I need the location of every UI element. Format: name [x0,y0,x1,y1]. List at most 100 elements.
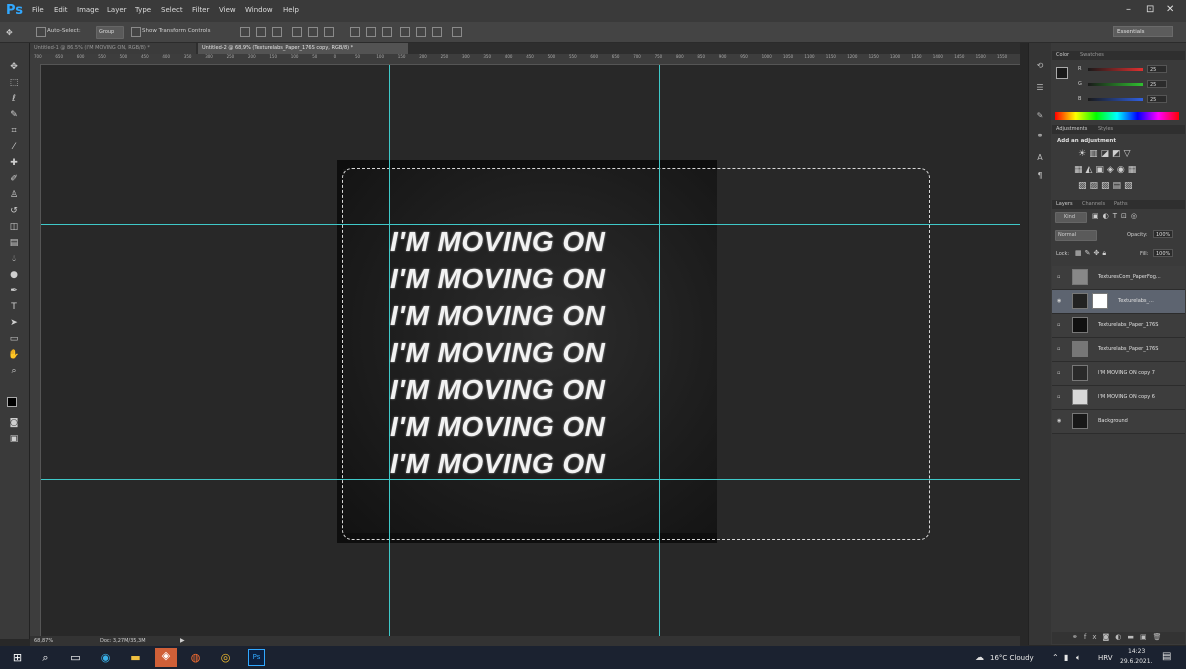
eraser-tool-icon[interactable]: ◫ [8,221,20,233]
layer-row[interactable]: ▫ I'M MOVING ON copy 6 [1052,386,1185,410]
layer-mask-thumbnail[interactable] [1092,293,1108,309]
screen-mode-icon[interactable]: ▣ [8,433,20,445]
layer-visibility-eye-icon[interactable]: ▫ [1057,322,1063,328]
show-transform-checkbox[interactable] [131,27,141,37]
layer-thumbnail[interactable] [1072,317,1088,333]
tab-untitled-2[interactable]: Untitled-2 @ 68,9% (Texturelabs_Paper_17… [198,43,408,54]
layer-row[interactable]: ▫ Texturelabs_Paper_176S [1052,314,1185,338]
adjustment-icons-row-2[interactable]: ▦◭▣◈◉▦ [1074,165,1139,175]
auto-select-dropdown[interactable]: Group [96,26,124,39]
distribute-top-icon[interactable] [350,27,360,37]
layer-name[interactable]: Texturelabs_Paper_176S [1098,322,1158,328]
layer-name[interactable]: Texturelabs_... [1118,298,1154,304]
brush-tool-icon[interactable]: ✐ [8,173,20,185]
workspace-switcher[interactable]: Essentials [1113,26,1173,37]
layer-thumbnail[interactable] [1072,341,1088,357]
align-left-icon[interactable] [292,27,302,37]
menu-type[interactable]: Type [135,6,151,14]
menu-view[interactable]: View [219,6,236,14]
zoom-tool-icon[interactable]: ⌕ [8,365,20,377]
shape-tool-icon[interactable]: ▭ [8,333,20,345]
fill-value[interactable]: 100% [1153,249,1173,257]
volume-icon[interactable]: 🔈︎ [1076,653,1081,663]
blend-mode-dropdown[interactable]: Normal [1055,230,1097,241]
layer-row[interactable]: ◉ Texturelabs_... [1052,290,1185,314]
lock-icons[interactable]: ▦✎✥🔒︎ [1075,249,1109,258]
menu-file[interactable]: File [32,6,44,14]
tab-untitled-1[interactable]: Untitled-1 @ 86.5% (I'M MOVING ON, RGB/8… [30,43,196,54]
menu-layer[interactable]: Layer [107,6,127,14]
menu-image[interactable]: Image [77,6,99,14]
chrome-icon[interactable]: ◎ [218,650,233,665]
layer-thumbnail[interactable] [1072,413,1088,429]
auto-select-checkbox[interactable] [36,27,46,37]
clone-source-icon[interactable]: ⚭ [1035,131,1045,141]
language-indicator[interactable]: HRV [1098,654,1113,662]
layer-thumbnail[interactable] [1072,269,1088,285]
tab-layers[interactable]: Layers [1056,201,1073,207]
tab-paths[interactable]: Paths [1114,201,1128,207]
photoshop-taskbar-icon[interactable]: Ps [248,649,265,666]
layer-row[interactable]: ◉ Background [1052,410,1185,434]
distribute-hcenter-icon[interactable] [416,27,426,37]
menu-help[interactable]: Help [283,6,299,14]
tab-channels[interactable]: Channels [1082,201,1105,207]
adjustment-icons-row-3[interactable]: ▨▨▨▤▨ [1078,181,1136,191]
windows-start-icon[interactable]: ⊞ [10,650,25,665]
layer-row[interactable]: ▫ I'M MOVING ON copy 7 [1052,362,1185,386]
color-b-value[interactable]: 25 [1147,95,1167,103]
foreground-color-swatch[interactable] [7,397,17,407]
menu-select[interactable]: Select [161,6,183,14]
quick-select-tool-icon[interactable]: ✎ [8,109,20,121]
tab-swatches[interactable]: Swatches [1080,52,1104,58]
layer-name[interactable]: TexturesCom_PaperFog... [1098,274,1161,280]
properties-icon[interactable]: ☰ [1035,83,1045,93]
eyedropper-tool-icon[interactable]: ⁄ [8,141,20,153]
search-icon[interactable]: ⌕ [38,650,53,665]
distribute-left-icon[interactable] [400,27,410,37]
horizontal-ruler[interactable]: 700 650 600 550 500 450 400 350 300 250 200 150 100 5… [30,54,1020,65]
history-icon[interactable]: ⟲ [1035,61,1045,71]
align-bottom-icon[interactable] [272,27,282,37]
tab-styles[interactable]: Styles [1098,126,1113,132]
menu-filter[interactable]: Filter [192,6,209,14]
tab-color[interactable]: Color [1056,52,1069,58]
color-r-value[interactable]: 25 [1147,65,1167,73]
color-g-value[interactable]: 25 [1147,80,1167,88]
layer-thumbnail[interactable] [1072,293,1088,309]
lasso-tool-icon[interactable]: ℓ [8,93,20,105]
photos-app-icon[interactable]: ◈ [155,648,177,667]
layer-name[interactable]: Texturelabs_Paper_176S [1098,346,1158,352]
status-arrow-icon[interactable]: ▶ [180,637,185,644]
distribute-right-icon[interactable] [432,27,442,37]
layer-name[interactable]: Background [1098,418,1128,424]
layer-thumbnail[interactable] [1072,365,1088,381]
opacity-value[interactable]: 100% [1153,230,1173,238]
layer-visibility-eye-icon[interactable]: ◉ [1057,418,1063,424]
minimize-button[interactable]: – [1126,4,1131,15]
color-r-slider[interactable] [1088,68,1143,71]
clock-time[interactable]: 14:23 [1128,648,1145,655]
move-tool-icon[interactable]: ✥ [6,28,13,37]
blur-tool-icon[interactable]: 💧︎ [8,253,20,265]
marquee-tool-icon[interactable]: ⬚ [8,77,20,89]
layer-kind-filter[interactable]: Kind [1055,212,1087,223]
layer-visibility-eye-icon[interactable]: ◉ [1057,298,1063,304]
stamp-tool-icon[interactable]: ♙ [8,189,20,201]
edge-browser-icon[interactable]: ◉ [98,650,113,665]
tray-chevron-icon[interactable]: ⌃ [1052,653,1059,662]
paragraph-icon[interactable]: ¶ [1035,171,1045,181]
color-b-slider[interactable] [1088,98,1143,101]
menu-edit[interactable]: Edit [54,6,68,14]
align-hcenter-icon[interactable] [308,27,318,37]
align-vcenter-icon[interactable] [256,27,266,37]
layer-visibility-eye-icon[interactable]: ▫ [1057,370,1063,376]
layer-footer-icons[interactable]: ⚭fx◙◐▬▣🗑︎ [1072,633,1168,641]
auto-align-icon[interactable] [452,27,462,37]
maximize-button[interactable]: ⊡ [1146,4,1154,15]
distribute-bottom-icon[interactable] [382,27,392,37]
pen-tool-icon[interactable]: ✒ [8,285,20,297]
notifications-icon[interactable]: ▤ [1162,651,1171,662]
path-select-tool-icon[interactable]: ➤ [8,317,20,329]
layer-row[interactable]: ▫ TexturesCom_PaperFog... [1052,266,1185,290]
